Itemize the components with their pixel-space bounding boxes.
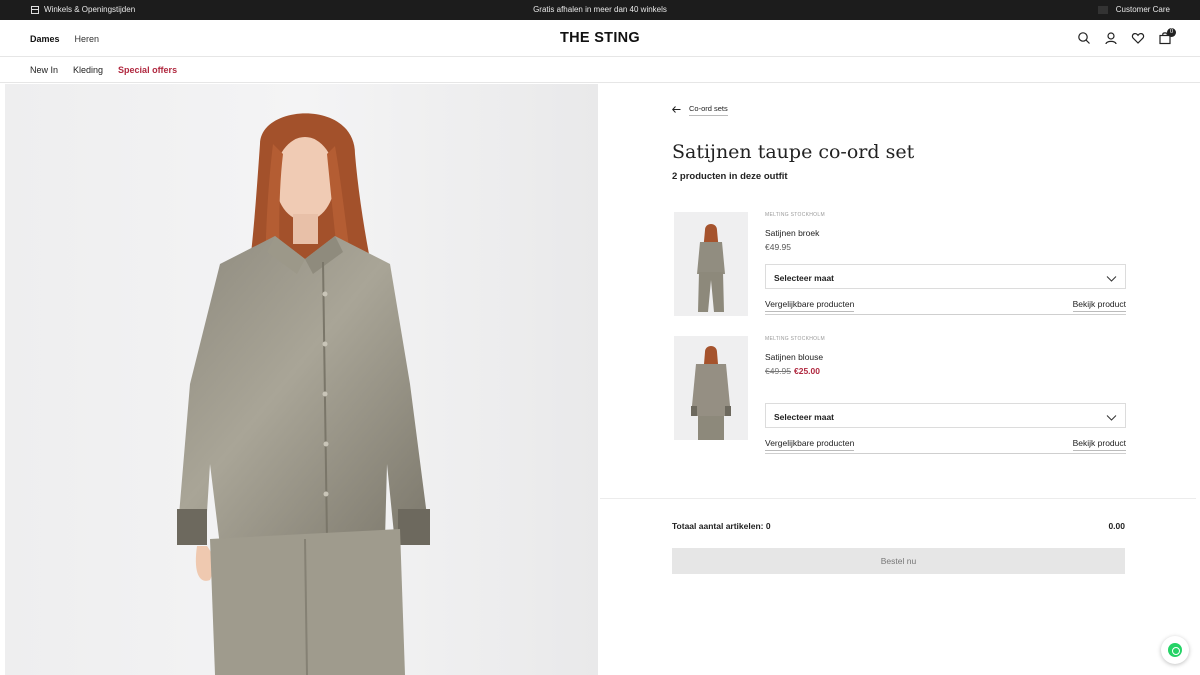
outfit-subtitle: 2 producten in deze outfit: [672, 171, 788, 182]
back-link[interactable]: Co-ord sets: [672, 104, 728, 116]
customer-care-label: Customer Care: [1115, 5, 1170, 14]
sale-price: €25.00: [794, 366, 820, 376]
totals-section: Totaal aantal artikelen: 0 0.00 Bestel n…: [600, 498, 1196, 599]
promo-text: Gratis afhalen in meer dan 40 winkels: [533, 5, 667, 14]
customer-care-link[interactable]: Customer Care: [1097, 5, 1170, 14]
product-price: €49.95: [765, 242, 791, 252]
product-links: Vergelijkbare producten Bekijk product: [765, 434, 1126, 454]
cart-count-badge: 0: [1167, 28, 1176, 37]
account-icon[interactable]: [1104, 31, 1118, 45]
product-links: Vergelijkbare producten Bekijk product: [765, 295, 1126, 315]
flag-icon: [1097, 5, 1108, 14]
price: €49.95: [765, 242, 791, 252]
view-product-link[interactable]: Bekijk product: [1072, 299, 1126, 312]
hero-product-image[interactable]: [5, 84, 598, 675]
product-name[interactable]: Satijnen blouse: [765, 352, 823, 362]
total-items-label: Totaal aantal artikelen: 0: [672, 521, 771, 531]
top-bar: Winkels & Openingstijden Gratis afhalen …: [0, 0, 1200, 20]
outfit-panel: Co-ord sets Satijnen taupe co-ord set 2 …: [600, 84, 1196, 599]
bag-icon[interactable]: 0: [1158, 28, 1176, 45]
heart-icon[interactable]: [1131, 31, 1145, 45]
size-select-label: Selecteer maat: [774, 412, 835, 422]
product-brand: MELTING STOCKHOLM: [765, 336, 825, 342]
whatsapp-icon: [1168, 643, 1182, 657]
outfit-title: Satijnen taupe co-ord set: [672, 141, 915, 163]
chevron-down-icon: [1106, 410, 1117, 428]
product-thumbnail[interactable]: [674, 336, 748, 440]
logo[interactable]: THE STING: [0, 30, 1200, 46]
header-icons: 0: [1077, 28, 1176, 45]
product-price: €49.95 €25.00: [765, 366, 820, 376]
nav-new-in[interactable]: New In: [30, 65, 58, 75]
view-product-link[interactable]: Bekijk product: [1072, 438, 1126, 451]
back-label: Co-ord sets: [689, 104, 728, 116]
size-select[interactable]: Selecteer maat: [765, 403, 1126, 428]
search-icon[interactable]: [1077, 31, 1091, 45]
size-select-label: Selecteer maat: [774, 273, 835, 283]
main-header: Dames Heren THE STING 0: [0, 20, 1200, 57]
whatsapp-chat-button[interactable]: [1161, 636, 1189, 664]
product-thumbnail[interactable]: [674, 212, 748, 316]
total-amount: 0.00: [1108, 521, 1125, 531]
similar-products-link[interactable]: Vergelijkbare producten: [765, 299, 855, 312]
product-card: MELTING STOCKHOLM Satijnen blouse €49.95…: [674, 336, 1126, 454]
model-illustration: [5, 84, 598, 675]
nav-special-offers[interactable]: Special offers: [118, 65, 177, 75]
category-nav: New In Kleding Special offers: [0, 57, 1200, 83]
order-button[interactable]: Bestel nu: [672, 548, 1125, 574]
arrow-left-icon: [672, 105, 681, 115]
product-brand: MELTING STOCKHOLM: [765, 212, 825, 218]
old-price: €49.95: [765, 366, 791, 376]
product-name[interactable]: Satijnen broek: [765, 228, 819, 238]
product-card: MELTING STOCKHOLM Satijnen broek €49.95 …: [674, 212, 1126, 322]
similar-products-link[interactable]: Vergelijkbare producten: [765, 438, 855, 451]
chevron-down-icon: [1106, 271, 1117, 289]
nav-kleding[interactable]: Kleding: [73, 65, 103, 75]
size-select[interactable]: Selecteer maat: [765, 264, 1126, 289]
